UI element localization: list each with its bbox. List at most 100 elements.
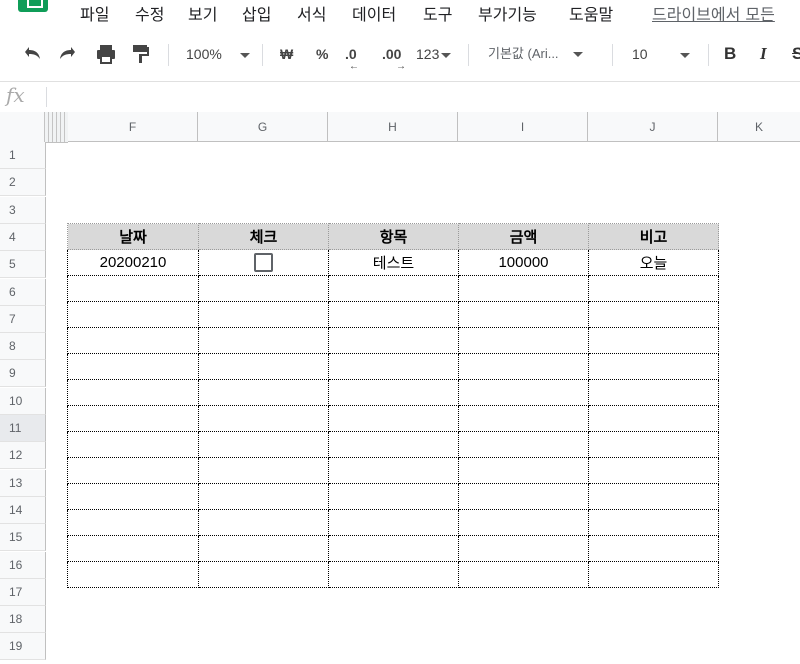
increase-decimal-button[interactable]: .00 →: [382, 32, 406, 76]
table-cell[interactable]: [328, 327, 459, 354]
table-cell[interactable]: [67, 275, 199, 302]
table-cell[interactable]: [588, 431, 719, 458]
header-check[interactable]: 체크: [198, 223, 329, 250]
table-cell[interactable]: [67, 561, 199, 588]
table-cell[interactable]: [458, 275, 589, 302]
column-header-g[interactable]: G: [198, 112, 328, 142]
row-header[interactable]: 18: [0, 606, 46, 634]
paint-format-icon[interactable]: [130, 32, 152, 76]
table-cell[interactable]: [588, 353, 719, 380]
font-select[interactable]: 기본값 (Ari...: [488, 32, 583, 76]
number-format-select[interactable]: 123: [416, 32, 452, 76]
table-cell[interactable]: [67, 431, 199, 458]
menu-format[interactable]: 서식: [297, 1, 326, 25]
header-item[interactable]: 항목: [328, 223, 459, 250]
table-cell[interactable]: [588, 301, 719, 328]
last-edit-link[interactable]: 드라이브에서 모든: [652, 1, 775, 25]
table-cell[interactable]: [328, 457, 459, 484]
formula-input[interactable]: [56, 82, 796, 112]
row-header[interactable]: 11: [0, 415, 46, 442]
table-cell[interactable]: [67, 405, 199, 432]
table-cell[interactable]: [328, 535, 459, 562]
table-cell[interactable]: [67, 301, 199, 328]
table-cell[interactable]: [67, 327, 199, 354]
row-header[interactable]: 14: [0, 496, 46, 524]
column-header-f[interactable]: F: [68, 112, 198, 142]
cell-date[interactable]: 20200210: [67, 249, 199, 276]
table-cell[interactable]: [67, 379, 199, 406]
italic-button[interactable]: I: [760, 32, 767, 76]
menu-data[interactable]: 데이터: [352, 1, 396, 25]
table-cell[interactable]: [328, 561, 459, 588]
cell-item[interactable]: 테스트: [328, 249, 459, 276]
row-header[interactable]: 2: [0, 169, 46, 197]
menu-file[interactable]: 파일: [80, 1, 109, 25]
cell-check[interactable]: [198, 249, 329, 276]
table-cell[interactable]: [588, 379, 719, 406]
menu-edit[interactable]: 수정: [135, 1, 164, 25]
table-cell[interactable]: [328, 405, 459, 432]
row-header[interactable]: 6: [0, 278, 46, 306]
row-header[interactable]: 16: [0, 551, 46, 579]
table-cell[interactable]: [198, 379, 329, 406]
zoom-select[interactable]: 100%: [186, 32, 250, 76]
table-cell[interactable]: [198, 327, 329, 354]
table-cell[interactable]: [198, 561, 329, 588]
checkbox[interactable]: [254, 253, 273, 272]
table-cell[interactable]: [588, 561, 719, 588]
table-cell[interactable]: [328, 275, 459, 302]
table-cell[interactable]: [458, 561, 589, 588]
table-cell[interactable]: [198, 301, 329, 328]
percent-format-button[interactable]: %: [316, 32, 328, 76]
row-header[interactable]: 10: [0, 387, 46, 415]
menu-view[interactable]: 보기: [188, 1, 217, 25]
table-cell[interactable]: [588, 275, 719, 302]
table-cell[interactable]: [67, 535, 199, 562]
menu-help[interactable]: 도움말: [569, 1, 613, 25]
cell-amount[interactable]: 100000: [458, 249, 589, 276]
column-header-j[interactable]: J: [588, 112, 718, 142]
table-cell[interactable]: [67, 353, 199, 380]
table-cell[interactable]: [328, 353, 459, 380]
row-header[interactable]: 15: [0, 524, 46, 552]
row-header[interactable]: 4: [0, 223, 46, 251]
font-size-select[interactable]: 10: [632, 32, 690, 76]
decrease-decimal-button[interactable]: .0 ←: [345, 32, 359, 76]
row-header[interactable]: 13: [0, 469, 46, 497]
menu-tools[interactable]: 도구: [423, 1, 452, 25]
table-cell[interactable]: [198, 431, 329, 458]
column-header-h[interactable]: H: [328, 112, 458, 142]
table-cell[interactable]: [328, 483, 459, 510]
row-header[interactable]: 17: [0, 578, 46, 606]
table-cell[interactable]: [588, 509, 719, 536]
row-header[interactable]: 19: [0, 633, 46, 661]
table-cell[interactable]: [67, 457, 199, 484]
table-cell[interactable]: [588, 483, 719, 510]
table-cell[interactable]: [588, 327, 719, 354]
row-header[interactable]: 7: [0, 305, 46, 333]
table-cell[interactable]: [458, 535, 589, 562]
row-header[interactable]: 1: [0, 142, 46, 169]
table-cell[interactable]: [198, 275, 329, 302]
undo-icon[interactable]: [20, 32, 44, 76]
table-cell[interactable]: [198, 535, 329, 562]
table-cell[interactable]: [458, 353, 589, 380]
table-cell[interactable]: [458, 509, 589, 536]
table-cell[interactable]: [458, 483, 589, 510]
table-cell[interactable]: [328, 379, 459, 406]
sheets-logo-icon[interactable]: [18, 0, 48, 12]
table-cell[interactable]: [458, 431, 589, 458]
table-cell[interactable]: [458, 379, 589, 406]
table-cell[interactable]: [458, 327, 589, 354]
cell-note[interactable]: 오늘: [588, 249, 719, 276]
frozen-column-handle[interactable]: [44, 112, 68, 143]
table-cell[interactable]: [198, 509, 329, 536]
header-date[interactable]: 날짜: [67, 223, 199, 250]
column-header-k[interactable]: K: [718, 112, 800, 142]
select-all-corner[interactable]: [0, 112, 47, 143]
table-cell[interactable]: [328, 509, 459, 536]
header-amount[interactable]: 금액: [458, 223, 589, 250]
table-cell[interactable]: [458, 457, 589, 484]
table-cell[interactable]: [328, 301, 459, 328]
bold-button[interactable]: B: [724, 32, 736, 76]
